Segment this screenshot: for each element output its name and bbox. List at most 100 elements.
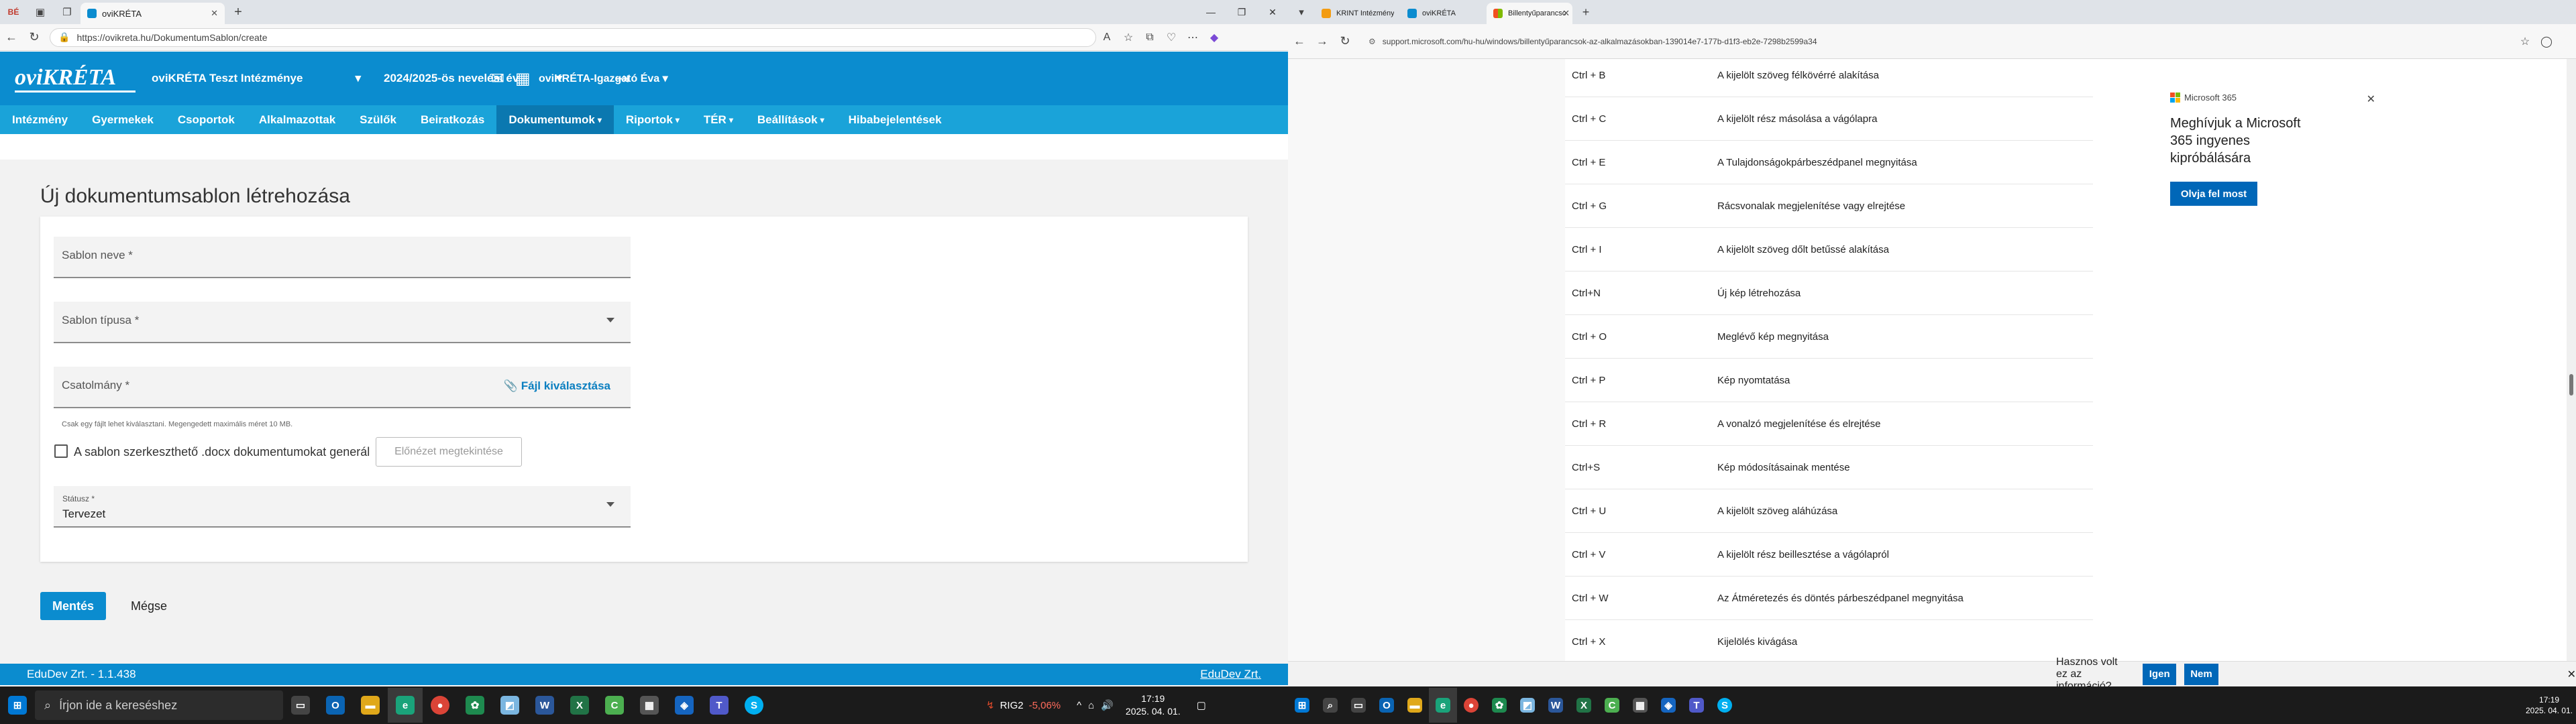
chrome-icon[interactable]: ● — [423, 688, 458, 723]
save-button[interactable]: Mentés — [40, 592, 106, 620]
app-icon-1[interactable]: ✿ — [1485, 688, 1513, 723]
network-icon[interactable]: ⌂ — [1088, 700, 1094, 711]
ovikreta-logo[interactable]: oviKRÉTA — [15, 65, 136, 93]
teams-icon[interactable]: T — [702, 688, 737, 723]
volume-icon[interactable]: 🔊 — [1101, 699, 1114, 711]
close-promo-icon[interactable]: ✕ — [2367, 93, 2375, 106]
feedback-yes-button[interactable]: Igen — [2143, 663, 2177, 685]
feedback-no-button[interactable]: Nem — [2184, 663, 2218, 685]
read-aloud-icon[interactable]: A — [1096, 32, 1118, 44]
new-tab-icon[interactable]: + — [228, 2, 248, 22]
template-type-select[interactable]: Sablon típusa * — [54, 302, 631, 343]
notifications-icon[interactable]: ▢ — [1197, 699, 1206, 711]
copilot-icon[interactable]: ◆ — [1203, 31, 1225, 44]
menu-item-2[interactable]: Csoportok — [166, 105, 247, 134]
promo-cta-button[interactable]: Olvja fel most — [2170, 182, 2257, 206]
calculator-icon[interactable]: ▦ — [1626, 688, 1654, 723]
tab-actions-icon[interactable]: ❐ — [57, 2, 77, 22]
extensions-icon[interactable]: ⧉ — [1139, 32, 1161, 44]
tab-ovikreta[interactable]: oviKRÉTA ✕ — [80, 3, 225, 24]
logout-icon[interactable]: ⇥ — [616, 69, 629, 88]
menu-item-5[interactable]: Beiratkozás — [409, 105, 496, 134]
task-view-icon[interactable]: ▭ — [283, 688, 318, 723]
refresh-icon[interactable]: ↻ — [23, 30, 46, 44]
taskbar-clock[interactable]: 17:19 2025. 04. 01. — [1126, 692, 1181, 718]
word-icon[interactable]: W — [527, 688, 562, 723]
docx-checkbox-label[interactable]: A sablon szerkeszthető .docx dokumentumo… — [74, 445, 370, 459]
app-icon-3[interactable]: C — [1598, 688, 1626, 723]
file-explorer-icon[interactable]: ▬ — [1401, 688, 1429, 723]
app-icon-2[interactable]: ◩ — [492, 688, 527, 723]
close-feedback-icon[interactable]: ✕ — [2567, 668, 2576, 681]
task-view-icon[interactable]: ▭ — [1344, 688, 1373, 723]
institution-selector[interactable]: oviKRÉTA Teszt Intézménye ▾ — [152, 72, 373, 85]
search-icon[interactable]: ⌕ — [1316, 688, 1344, 723]
security-icon[interactable]: ◈ — [1654, 688, 1682, 723]
excel-icon[interactable]: X — [1570, 688, 1598, 723]
close-window-icon[interactable]: ✕ — [1257, 0, 1288, 24]
windows-start-icon[interactable]: ⊞ — [1288, 688, 1316, 723]
teams-icon[interactable]: T — [1682, 688, 1711, 723]
menu-item-0[interactable]: Intézmény — [0, 105, 80, 134]
menu-item-3[interactable]: Alkalmazottak — [247, 105, 347, 134]
app-icon-1[interactable]: ✿ — [458, 688, 492, 723]
chrome-icon[interactable]: ● — [1457, 688, 1485, 723]
profile-icon[interactable]: BÉ — [3, 2, 23, 22]
skype-icon[interactable]: S — [1711, 688, 1739, 723]
minimize-icon[interactable]: — — [1195, 0, 1226, 24]
outlook-icon[interactable]: O — [1373, 688, 1401, 723]
menu-item-7[interactable]: Riportok ▾ — [614, 105, 692, 134]
address-bar[interactable]: ⚙ support.microsoft.com/hu-hu/windows/bi… — [1360, 32, 2514, 51]
menu-item-6[interactable]: Dokumentumok ▾ — [496, 105, 614, 134]
tab-ovikreta[interactable]: oviKRÉTA — [1401, 3, 1487, 24]
docx-checkbox[interactable] — [54, 444, 68, 458]
menu-item-8[interactable]: TÉR ▾ — [692, 105, 745, 134]
favorite-star-icon[interactable]: ☆ — [2514, 35, 2536, 48]
cancel-button[interactable]: Mégse — [131, 599, 167, 613]
close-tab-icon[interactable]: ✕ — [211, 8, 218, 19]
excel-icon[interactable]: X — [562, 688, 597, 723]
user-menu[interactable]: oviKRÉTA-Igazgató Éva ▾ — [539, 72, 668, 85]
refresh-icon[interactable]: ↻ — [1334, 34, 1356, 48]
new-tab-icon[interactable]: + — [1576, 2, 1596, 22]
mail-icon[interactable]: ✉ — [491, 69, 504, 88]
taskbar-search[interactable]: ⌕ Írjon ide a kereséshez — [35, 690, 283, 720]
footer-link[interactable]: EduDev Zrt. — [1200, 668, 1261, 681]
attachment-field[interactable]: Csatolmány * 📎 Fájl kiválasztása — [54, 367, 631, 408]
edge-icon[interactable]: e — [388, 688, 423, 723]
menu-item-9[interactable]: Beállítások ▾ — [745, 105, 837, 134]
taskbar-clock[interactable]: 17:19 2025. 04. 01. — [2526, 695, 2573, 716]
workspaces-icon[interactable]: ▣ — [30, 2, 50, 22]
file-pick-link[interactable]: 📎 Fájl kiválasztása — [504, 379, 610, 393]
page-scrollbar[interactable] — [2567, 59, 2576, 661]
scroll-thumb[interactable] — [2569, 374, 2573, 396]
menu-item-10[interactable]: Hibabejelentések — [837, 105, 954, 134]
tray-chevron-icon[interactable]: ^ — [1077, 700, 1081, 711]
tab-microsoft-support[interactable]: Billentyűparancsok az alkalmazásokban ✕ — [1487, 3, 1572, 24]
app-icon-2[interactable]: ◩ — [1513, 688, 1542, 723]
favorite-star-icon[interactable]: ☆ — [1118, 31, 1139, 44]
menu-item-4[interactable]: Szülők — [347, 105, 409, 134]
collections-icon[interactable]: ♡ — [1161, 31, 1182, 44]
calculator-icon[interactable]: ▦ — [632, 688, 667, 723]
edge-icon[interactable]: e — [1429, 688, 1457, 723]
back-icon[interactable]: ← — [0, 30, 23, 44]
app-icon-3[interactable]: C — [597, 688, 632, 723]
outlook-icon[interactable]: O — [318, 688, 353, 723]
skype-icon[interactable]: S — [737, 688, 771, 723]
security-icon[interactable]: ◈ — [667, 688, 702, 723]
file-explorer-icon[interactable]: ▬ — [353, 688, 388, 723]
more-icon[interactable]: ⋯ — [1182, 31, 1203, 44]
profile-icon[interactable]: ◯ — [2536, 35, 2557, 48]
tab-krint[interactable]: KRINT Intézménykereső — [1315, 3, 1401, 24]
back-icon[interactable]: ← — [1288, 34, 1311, 48]
calendar-icon[interactable]: ▦ — [515, 69, 531, 88]
preview-button[interactable]: Előnézet megtekintése — [376, 437, 522, 467]
status-select[interactable]: Státusz * Tervezet — [54, 486, 631, 528]
windows-start-icon[interactable]: ⊞ — [0, 688, 35, 723]
maximize-icon[interactable]: ❐ — [1226, 0, 1257, 24]
template-name-field[interactable]: Sablon neve * — [54, 237, 631, 278]
forward-icon[interactable]: → — [1311, 34, 1334, 48]
address-bar[interactable]: 🔒 https://ovikreta.hu/DokumentumSablon/c… — [50, 27, 1096, 47]
word-icon[interactable]: W — [1542, 688, 1570, 723]
